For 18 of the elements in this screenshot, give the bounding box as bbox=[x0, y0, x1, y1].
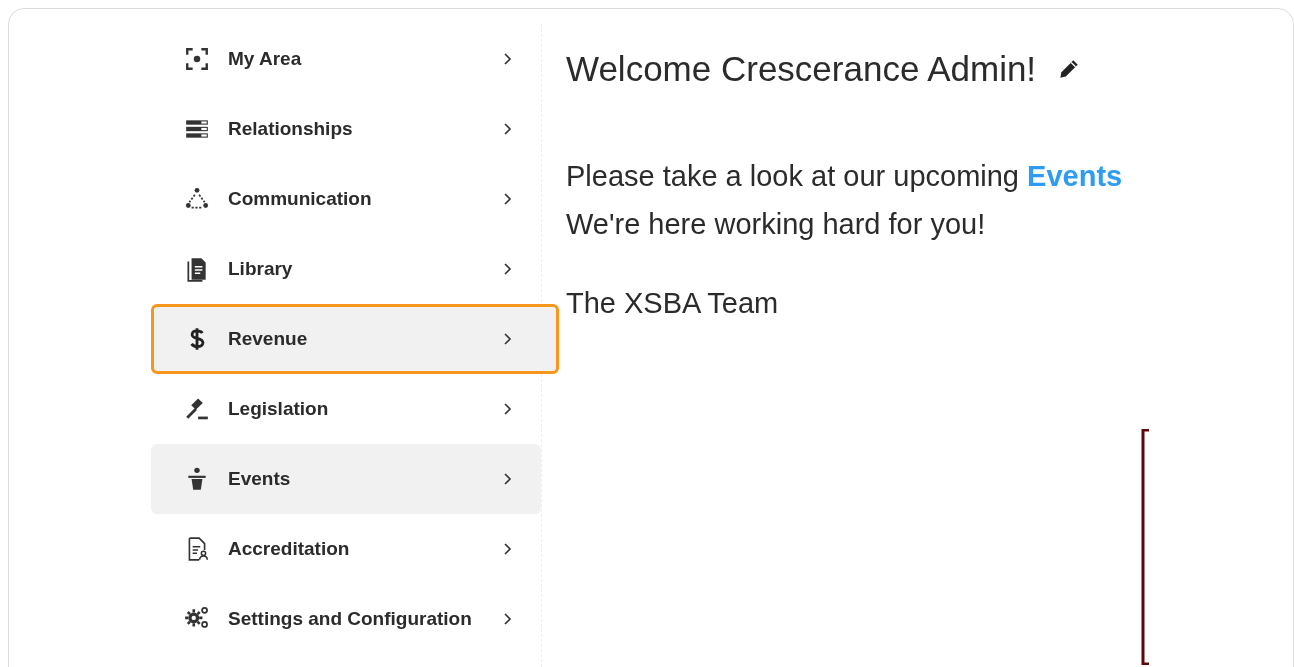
chevron-icon bbox=[502, 542, 512, 556]
chevron-icon bbox=[502, 472, 512, 486]
chevron-icon bbox=[502, 402, 512, 416]
chevron-icon bbox=[502, 332, 512, 346]
welcome-message: We're here working hard for you! bbox=[566, 207, 987, 242]
network-icon bbox=[184, 186, 210, 212]
focus-icon bbox=[184, 46, 210, 72]
sidebar-item[interactable]: Revenue bbox=[151, 304, 559, 374]
sidebar-item[interactable]: Events bbox=[151, 444, 541, 514]
signature-text: The XSBA Team bbox=[566, 286, 780, 321]
chevron-icon bbox=[502, 122, 512, 136]
welcome-title: Welcome Crescerance Admin! bbox=[566, 49, 1037, 89]
chevron-icon bbox=[502, 192, 512, 206]
chevron-icon bbox=[502, 262, 512, 276]
welcome-message: Please take a look at our upcoming Events bbox=[566, 159, 1124, 194]
gavel-icon bbox=[184, 396, 210, 422]
chevron-icon bbox=[502, 52, 512, 66]
chevron-icon bbox=[502, 612, 512, 626]
